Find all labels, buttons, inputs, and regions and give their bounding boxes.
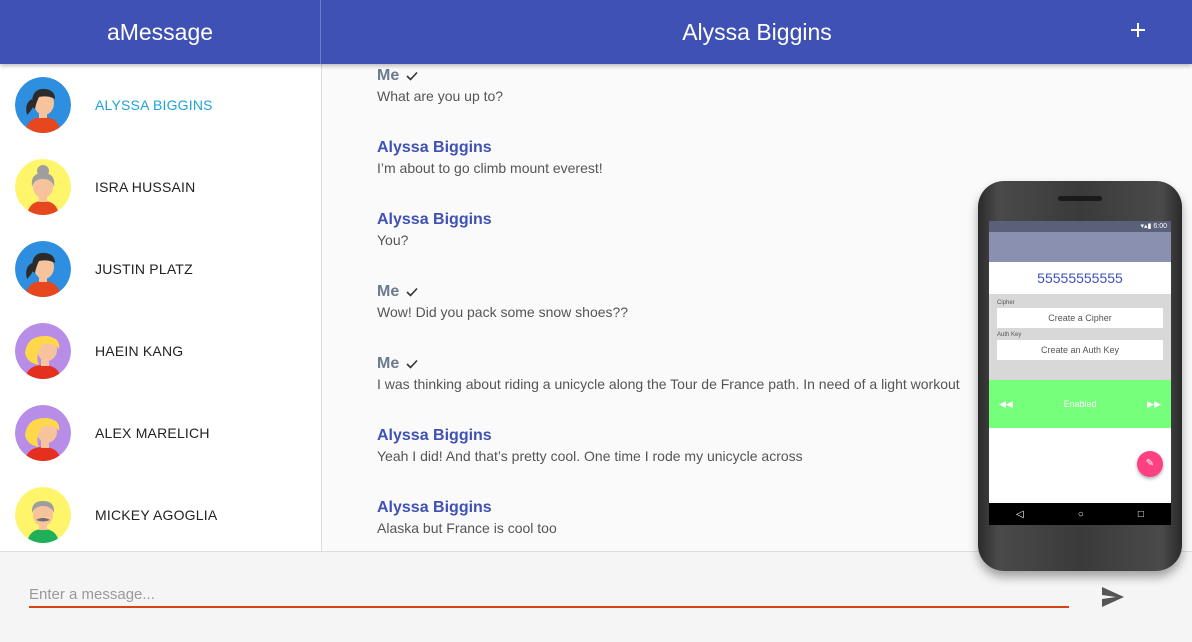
conversation-title: Alyssa Biggins [682, 18, 832, 45]
contact-item-alex-marelich[interactable]: ALEX MARELICH [0, 392, 321, 474]
woman-ponytail-icon [15, 241, 71, 297]
read-check-icon [406, 71, 418, 81]
phone-toolbar [989, 232, 1171, 262]
message-text: Alaska but France is cool too [377, 520, 557, 536]
phone-number: 55555555555 [1037, 270, 1123, 286]
contacts-sidebar: ALYSSA BIGGINS ISRA HUSSAIN JUSTIN PLATZ… [0, 64, 322, 551]
message-text: I’m about to go climb mount everest! [377, 160, 603, 176]
send-icon[interactable] [1101, 586, 1125, 608]
contact-item-haein-kang[interactable]: HAEIN KANG [0, 310, 321, 392]
app-window: aMessage Alyssa Biggins ALYSSA BIGGINS I… [0, 0, 1192, 642]
message-text: Wow! Did you pack some snow shoes?? [377, 304, 629, 320]
phone-mockup: ▾▴▮ 6:00 55555555555 Cipher Create a Cip… [978, 181, 1182, 573]
contact-item-isra-hussain[interactable]: ISRA HUSSAIN [0, 146, 321, 228]
phone-settings-panel: Cipher Create a Cipher Auth Key Create a… [989, 294, 1171, 380]
cipher-label: Cipher [997, 300, 1015, 306]
app-header: aMessage Alyssa Biggins [0, 0, 1192, 64]
contact-name: ALEX MARELICH [95, 425, 210, 441]
compose-pencil-icon[interactable]: ✎ [1137, 451, 1163, 477]
message-sender: Alyssa Biggins [377, 427, 492, 444]
message-item: Me I was thinking about riding a unicycl… [377, 355, 960, 392]
read-check-icon [406, 359, 418, 369]
message-item: Alyssa Biggins You? [377, 211, 492, 248]
message-sender: Alyssa Biggins [377, 211, 492, 228]
phone-status-time: 6:00 [1153, 223, 1167, 230]
message-item: Alyssa Biggins I’m about to go climb mou… [377, 139, 603, 176]
enabled-toggle-bar[interactable]: ◀◀ Enabled ▶▶ [989, 380, 1171, 428]
new-conversation-plus-icon[interactable] [1124, 16, 1152, 44]
auth-key-label: Auth Key [997, 332, 1022, 338]
message-sender: Me [377, 355, 960, 373]
message-text: I was thinking about riding a unicycle a… [377, 376, 960, 392]
elderly-woman-icon [15, 159, 71, 215]
contact-name: ALYSSA BIGGINS [95, 97, 213, 113]
read-check-icon [406, 287, 418, 297]
phone-screen: ▾▴▮ 6:00 55555555555 Cipher Create a Cip… [989, 221, 1171, 525]
enabled-label: Enabled [1063, 399, 1097, 409]
phone-nav-bar: ◁ ○ □ [989, 503, 1171, 525]
message-item: Alyssa Biggins Yeah I did! And that’s pr… [377, 427, 803, 464]
contact-name: HAEIN KANG [95, 343, 184, 359]
message-text: Yeah I did! And that’s pretty cool. One … [377, 448, 803, 464]
contact-item-justin-platz[interactable]: JUSTIN PLATZ [0, 228, 321, 310]
phone-speaker [1058, 196, 1102, 201]
message-item: Me What are you up to? [377, 67, 503, 104]
message-item: Me Wow! Did you pack some snow shoes?? [377, 283, 628, 320]
back-icon[interactable]: ◁ [1016, 509, 1024, 520]
recent-apps-icon[interactable]: □ [1138, 509, 1144, 520]
app-title: aMessage [0, 0, 321, 64]
auth-key-field[interactable]: Create an Auth Key [997, 340, 1163, 360]
fast-forward-icon[interactable]: ▶▶ [1147, 399, 1161, 410]
message-text: You? [377, 232, 409, 248]
message-item: Alyssa Biggins Alaska but France is cool… [377, 499, 557, 536]
cipher-field[interactable]: Create a Cipher [997, 308, 1163, 328]
contact-item-alyssa-biggins[interactable]: ALYSSA BIGGINS [0, 64, 321, 146]
wifi-signal-battery-icon: ▾▴▮ [1140, 223, 1154, 230]
blonde-woman-icon [15, 405, 71, 461]
contact-name: MICKEY AGOGLIA [95, 507, 218, 523]
woman-ponytail-icon [15, 77, 71, 133]
message-sender: Alyssa Biggins [377, 499, 492, 516]
phone-status-bar: ▾▴▮ 6:00 [989, 221, 1171, 232]
rewind-icon[interactable]: ◀◀ [999, 399, 1013, 410]
message-input[interactable] [29, 582, 1069, 608]
contact-item-mickey-agoglia[interactable]: MICKEY AGOGLIA [0, 474, 321, 551]
contact-name: JUSTIN PLATZ [95, 261, 193, 277]
home-icon[interactable]: ○ [1078, 509, 1084, 520]
man-mustache-icon [15, 487, 71, 543]
blonde-woman-icon [15, 323, 71, 379]
message-sender: Alyssa Biggins [377, 139, 492, 156]
message-sender: Me [377, 67, 503, 85]
message-sender: Me [377, 283, 628, 301]
message-text: What are you up to? [377, 88, 504, 104]
contact-name: ISRA HUSSAIN [95, 179, 196, 195]
